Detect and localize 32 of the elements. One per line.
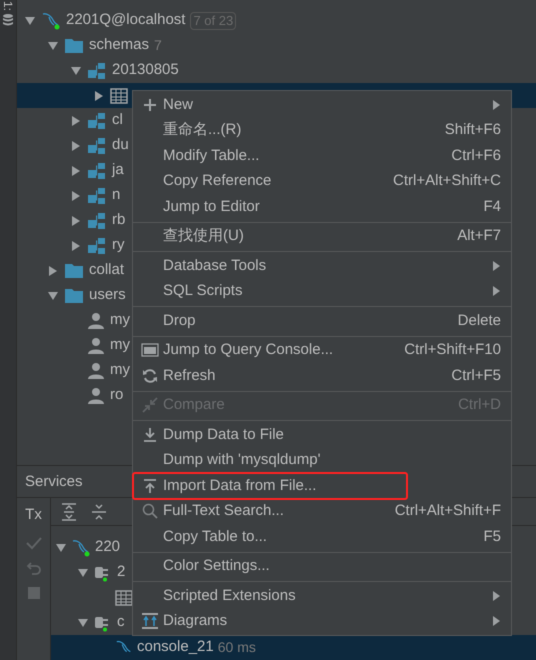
node-label: n [112,185,120,206]
node-label: du [112,135,129,156]
shortcut-label: Alt+F7 [457,226,501,246]
shortcut-label: Ctrl+Shift+F10 [404,340,501,360]
node-label: console_21 [137,637,214,658]
node-label: my [110,360,130,380]
node-label: 220 [95,537,120,558]
node-label: rb [112,210,126,230]
node-label: 2201Q@localhost [66,10,186,30]
node-label: my [110,310,130,330]
node-label: ro [110,385,124,406]
shortcut-label: Ctrl+Alt+Shift+F [394,501,501,521]
node-label: 20130805 [112,60,179,80]
shortcut-label: F4 [483,196,501,216]
node-label: schemas [89,35,150,56]
shortcut-label: Shift+F6 [444,120,501,140]
node-label: cl [112,110,123,130]
shortcut-label: Ctrl+F5 [451,366,501,386]
node-label: ja [112,160,124,180]
node-label: users [89,285,126,306]
shortcut-label: F5 [483,526,501,546]
shortcut-label: Ctrl+F6 [451,146,501,166]
panel-title: Services [25,472,83,492]
node-label: ry [112,235,124,256]
shortcut-label: Ctrl+Alt+Shift+C [393,171,501,191]
node-label: collat [89,260,124,280]
node-label: my [110,335,130,356]
node-detail: 60 ms [218,638,256,657]
node-count: 7 [154,36,162,55]
node-label: 2 [117,562,126,582]
shortcut-label: Delete [458,310,501,330]
node-label: c [117,612,124,632]
